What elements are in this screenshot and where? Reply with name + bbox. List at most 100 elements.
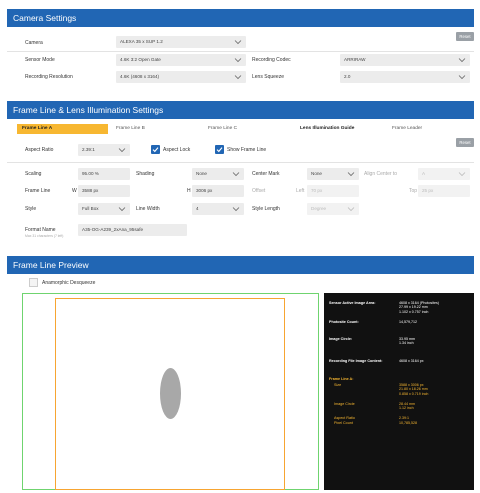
w-label: W — [72, 188, 77, 194]
frame-line-label: Frame Line — [25, 188, 51, 194]
image-circle-value: 33.95 mm 1.34 inch — [399, 337, 415, 346]
tab-frame-leader[interactable]: Frame Leader — [387, 124, 474, 134]
ic-label: Image Circle — [334, 402, 355, 406]
chevron-down-icon — [234, 74, 242, 80]
lens-squeeze-select[interactable]: 2.0 — [340, 71, 470, 83]
frame-line-settings-header: Frame Line & Lens Illumination Settings — [7, 101, 474, 119]
camera-reset-label: Reset — [459, 34, 471, 39]
shading-select[interactable]: None — [192, 168, 244, 180]
style-value: Full Box — [82, 206, 99, 211]
size-value: 3588 x 3006 px 21.80 x 18.26 mm 0.858 x … — [399, 383, 429, 396]
frame-line-preview-header: Frame Line Preview — [7, 256, 474, 274]
sensor-area-row: Sensor Active Image Area: — [329, 301, 375, 306]
frame-height-input[interactable]: 3006 px — [192, 185, 244, 197]
sensor-mode-value: 4.6K 3:2 Open Gate — [120, 57, 161, 62]
image-circle-label: Image Circle: — [329, 337, 353, 341]
show-frame-line-checkbox[interactable] — [215, 145, 224, 154]
camera-label: Camera — [25, 40, 43, 46]
frame-a-heading: Frame Line A: — [329, 377, 353, 382]
camera-settings-header: Camera Settings — [7, 9, 474, 27]
align-center-to-value: A — [422, 171, 426, 176]
recording-resolution-value: 4.6K (4608 x 3164) — [120, 74, 160, 79]
size-label: Size — [334, 383, 342, 387]
anamorphic-desqueeze-label: Anamorphic Desqueeze — [42, 280, 96, 286]
tab-frame-line-a[interactable]: Frame Line A — [17, 124, 108, 134]
style-label: Style — [25, 206, 37, 212]
aspect-ratio-value: 2.39:1 — [82, 147, 95, 152]
offset-left-input[interactable]: 70 px — [307, 185, 359, 197]
file-content-label: Recording File Image Content: — [329, 359, 383, 363]
lens-squeeze-value: 2.0 — [344, 74, 351, 79]
ic-value: 28.44 mm 1.12 inch — [399, 402, 415, 411]
top-label: Top — [409, 188, 418, 194]
align-center-to-label: Align Center to — [364, 171, 398, 177]
photosite-value: 14,579,712 — [399, 320, 417, 324]
sensor-area-label: Sensor Active Image Area: — [329, 301, 376, 305]
recording-codec-value: ARRIRAW — [344, 57, 366, 62]
sensor-area-value: 4608 x 3164 (Photosites) 27.99 x 19.22 m… — [399, 301, 439, 314]
photosite-label: Photosite Count: — [329, 320, 359, 324]
format-name-input[interactable]: A35-OG-A239_2xAna_95safe — [78, 224, 187, 236]
frame-line-reset-label: Reset — [459, 140, 471, 145]
chevron-down-icon — [458, 74, 466, 80]
style-length-select[interactable]: Degree — [307, 203, 359, 215]
chevron-down-icon — [118, 147, 126, 153]
file-content-row: Recording File Image Content: — [329, 359, 382, 364]
frame-a-label: Frame Line A: — [329, 377, 354, 381]
aspect-lock-checkbox[interactable] — [151, 145, 160, 154]
camera-settings-title: Camera Settings — [13, 13, 77, 23]
tab-frame-line-b[interactable]: Frame Line B — [111, 124, 199, 134]
divider — [7, 51, 474, 52]
aspect-lock-label: Aspect Lock — [163, 147, 191, 153]
recording-resolution-label: Recording Resolution — [25, 74, 73, 80]
chevron-down-icon — [118, 206, 126, 212]
h-label: H — [187, 188, 191, 194]
offset-top-input[interactable]: 25 px — [418, 185, 470, 197]
preview-info-panel: Sensor Active Image Area: 4608 x 3164 (P… — [324, 293, 474, 490]
align-center-to-select[interactable]: A — [418, 168, 470, 180]
tab-lens-illumination-guide[interactable]: Lens Illumination Guide — [295, 124, 383, 134]
sensor-mode-select[interactable]: 4.6K 3:2 Open Gate — [116, 54, 246, 66]
center-mark-value: None — [311, 171, 322, 176]
show-frame-line-label: Show Frame Line — [227, 147, 267, 153]
scaling-label: Scaling — [25, 171, 42, 177]
sensor-mode-label: Sensor Mode — [25, 57, 55, 63]
camera-select[interactable]: ALEXA 35 x SUP 1.2 — [116, 36, 246, 48]
tab-frame-line-c[interactable]: Frame Line C — [203, 124, 291, 134]
image-circle-row: Image Circle: — [329, 337, 352, 342]
frame-width-input[interactable]: 3588 px — [78, 185, 130, 197]
check-icon — [216, 147, 223, 153]
shading-label: Shading — [136, 171, 155, 177]
file-content-value: 4608 x 3164 px — [399, 359, 424, 363]
recording-codec-select[interactable]: ARRIRAW — [340, 54, 470, 66]
recording-codec-label: Recording Codec — [252, 57, 291, 63]
chevron-down-icon — [458, 57, 466, 63]
style-select[interactable]: Full Box — [78, 203, 130, 215]
lens-illumination-ellipse — [160, 368, 181, 419]
ar-value: 2.39:1 — [399, 416, 409, 420]
chevron-down-icon — [234, 57, 242, 63]
style-length-value: Degree — [311, 206, 327, 211]
frame-line-reset-button[interactable]: Reset — [456, 138, 474, 147]
recording-resolution-select[interactable]: 4.6K (4608 x 3164) — [116, 71, 246, 83]
chevron-down-icon — [347, 171, 355, 177]
camera-reset-button[interactable]: Reset — [456, 32, 474, 41]
offset-label: Offset — [252, 188, 266, 194]
chevron-down-icon — [347, 206, 355, 212]
left-label: Left — [296, 188, 305, 194]
aspect-ratio-select[interactable]: 2.39:1 — [78, 144, 130, 156]
frame-line-settings-title: Frame Line & Lens Illumination Settings — [13, 105, 164, 115]
scaling-input[interactable]: 95.00 % — [78, 168, 130, 180]
frame-line-preview-title: Frame Line Preview — [13, 260, 89, 270]
style-length-label: Style Length — [252, 206, 280, 212]
chevron-down-icon — [232, 171, 240, 177]
center-mark-select[interactable]: None — [307, 168, 359, 180]
anamorphic-desqueeze-checkbox[interactable] — [29, 278, 38, 287]
line-width-select[interactable]: 4 — [192, 203, 244, 215]
chevron-down-icon — [234, 39, 242, 45]
aspect-ratio-label: Aspect Ratio — [25, 147, 54, 153]
photosite-row: Photosite Count: — [329, 320, 359, 325]
pc-label: Pixel Count — [334, 421, 353, 425]
divider — [7, 162, 474, 163]
frame-line-tabs: Frame Line A Frame Line B Frame Line C L… — [17, 124, 474, 134]
